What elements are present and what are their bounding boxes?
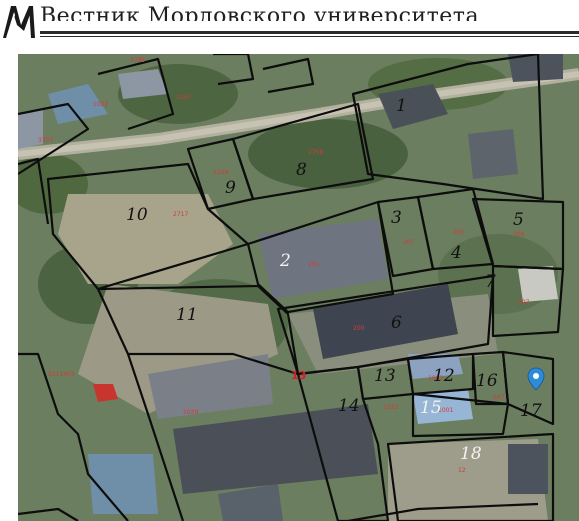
cadastral-number: 2758 (308, 149, 323, 156)
cadastral-number: 200 (353, 325, 365, 332)
parcel-label-16: 16 (476, 371, 498, 391)
journal-title: Вестник Мордовского университета (40, 4, 480, 29)
cadastral-number: 205 (453, 229, 465, 236)
parcel-label-6: 6 (391, 313, 402, 333)
parcel-label-3: 3 (391, 208, 402, 228)
cadastral-number: 2128 (213, 169, 228, 176)
parcel-label-11: 11 (176, 305, 198, 325)
cadastral-number: 2717 (173, 211, 188, 218)
parcel-label-8: 8 (296, 160, 307, 180)
cadastral-number: 1047 (176, 94, 191, 101)
parcel-label-14: 14 (338, 396, 360, 416)
cadastral-number: 3337 (38, 137, 53, 144)
journal-logo (3, 6, 35, 38)
parcel-label-12: 12 (433, 366, 455, 386)
cadastral-number: 208 (513, 231, 525, 238)
parcel-label-10: 10 (126, 205, 148, 225)
parcel-label-13: 13 (374, 366, 396, 386)
parcel-label-1: 1 (396, 96, 407, 116)
parcel-label-2: 2 (279, 251, 291, 271)
cadastral-number: 207 (403, 239, 415, 246)
red-marker-label: 13 (291, 369, 306, 382)
parcel-label-5: 5 (513, 210, 524, 230)
header-rule (40, 31, 579, 34)
parcel-label-15: 15 (420, 398, 442, 418)
cadastral-number: 12 (458, 467, 466, 474)
map-canvas: 2785 1022 3337 1047 2128 2758 2717 201 2… (18, 54, 579, 521)
cadastral-number: 2785 (130, 57, 145, 64)
parcel-label-9: 9 (225, 178, 236, 198)
page-header: Вестник Мордовского университета (0, 0, 579, 44)
cadastral-number: 207 (518, 299, 530, 306)
cadastral-number: 1022 (383, 404, 398, 411)
parcel-label-18: 18 (460, 444, 482, 464)
cadastral-number: 201 (308, 261, 320, 268)
cadastral-number: 167 (493, 394, 505, 401)
parcel-label-7: 7 (485, 272, 496, 292)
cadastral-number: 1039 (183, 409, 198, 416)
cadastral-number: 1022 (93, 101, 108, 108)
parcel-label-17: 17 (520, 401, 542, 421)
cadastral-number: 0111403 (48, 371, 75, 378)
satellite-map[interactable]: 2785 1022 3337 1047 2128 2758 2717 201 2… (18, 54, 579, 521)
header-rule-thin (40, 36, 579, 37)
parcel-label-4: 4 (450, 243, 462, 263)
